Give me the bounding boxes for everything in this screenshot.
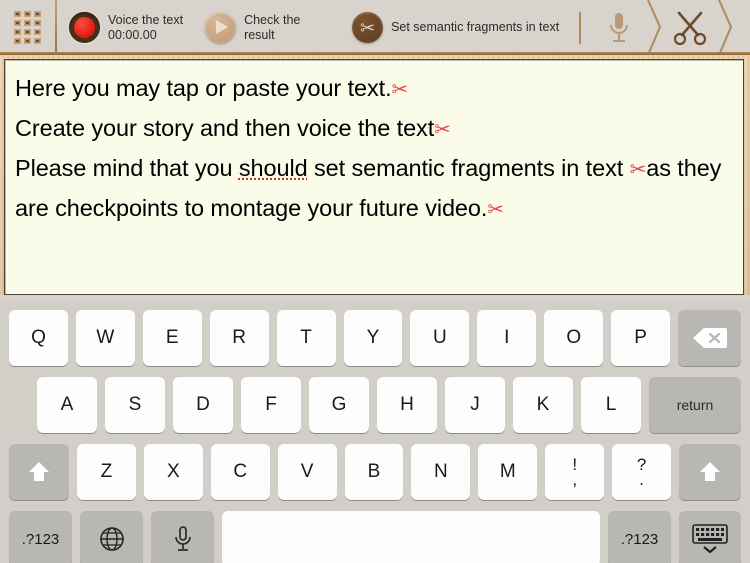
line-2-text: Create your story and then voice the tex…	[15, 115, 435, 141]
app-root: Voice the text 00:00.00 Check the result…	[0, 0, 750, 563]
backspace-key[interactable]	[678, 310, 742, 366]
key-e[interactable]: E	[142, 310, 202, 366]
keyboard-row-1: Q W E R T Y U I O P	[0, 307, 750, 369]
hide-keyboard-key[interactable]	[679, 511, 741, 563]
play-icon	[205, 12, 237, 43]
shift-icon	[700, 462, 721, 481]
step-chevron-1	[646, 0, 662, 55]
punct-bottom-1: ,	[572, 470, 578, 489]
key-q[interactable]: Q	[9, 310, 68, 366]
key-b[interactable]: B	[344, 444, 404, 500]
keyboard-row-2: A S D F G H J K L return	[0, 374, 750, 436]
globe-key[interactable]	[80, 511, 143, 563]
key-j[interactable]: J	[445, 377, 505, 433]
editor-content: Here you may tap or paste your text.✂ Cr…	[15, 69, 731, 229]
key-exclam-comma[interactable]: ! ,	[545, 444, 605, 500]
workflow-step-montage[interactable]	[733, 0, 750, 55]
fragment-mark-2: ✂	[434, 119, 451, 141]
key-question-period[interactable]: ? .	[612, 444, 672, 500]
key-n[interactable]: N	[411, 444, 471, 500]
text-editor[interactable]: Here you may tap or paste your text.✂ Cr…	[4, 59, 744, 295]
key-p[interactable]: P	[611, 310, 671, 366]
punct-bottom-2: .	[639, 470, 644, 489]
shift-key-left[interactable]	[9, 444, 69, 500]
check-the-result-label: Check the result	[244, 12, 301, 42]
check-the-result-button[interactable]: Check the result	[193, 0, 340, 55]
voice-the-text-label: Voice the text	[108, 12, 184, 27]
key-r[interactable]: R	[209, 310, 269, 366]
step-chevron-2	[717, 0, 733, 55]
punct-stack-1: ! ,	[572, 456, 578, 489]
key-a[interactable]: A	[37, 377, 97, 433]
key-u[interactable]: U	[410, 310, 470, 366]
numbers-key-left[interactable]: .?123	[9, 511, 72, 563]
workflow-step-voice[interactable]	[591, 0, 646, 55]
steps-divider	[579, 11, 582, 44]
key-c[interactable]: C	[210, 444, 270, 500]
key-t[interactable]: T	[276, 310, 336, 366]
editor-wrapper: Here you may tap or paste your text.✂ Cr…	[0, 55, 750, 295]
on-screen-keyboard: Q W E R T Y U I O P A S D F G H J K L re…	[0, 300, 750, 563]
workflow-step-fragments[interactable]	[662, 0, 717, 55]
fragment-mark-4: ✂	[487, 199, 504, 221]
line-1-text: Here you may tap or paste your text.	[15, 75, 392, 101]
hide-keyboard-icon	[692, 524, 728, 554]
misspelled-word: should	[238, 155, 308, 181]
line-3-text-a: Please mind that you	[15, 155, 239, 181]
key-l[interactable]: L	[581, 377, 641, 433]
key-z[interactable]: Z	[77, 444, 136, 500]
fragments-labels: Set semantic fragments in text	[391, 20, 559, 35]
record-timer: 00:00.00	[108, 27, 157, 42]
key-i[interactable]: I	[477, 310, 537, 366]
top-toolbar: Voice the text 00:00.00 Check the result…	[0, 0, 750, 55]
key-x[interactable]: X	[143, 444, 203, 500]
check-result-labels: Check the result	[244, 13, 330, 43]
numbers-key-right[interactable]: .?123	[608, 511, 671, 563]
shift-key-right[interactable]	[679, 444, 742, 500]
record-icon	[69, 12, 100, 43]
key-g[interactable]: G	[309, 377, 369, 433]
key-o[interactable]: O	[544, 310, 604, 366]
set-semantic-fragments-button[interactable]: ✂ Set semantic fragments in text	[340, 0, 569, 55]
backspace-icon	[692, 328, 727, 348]
microphone-icon	[609, 12, 628, 42]
key-m[interactable]: M	[478, 444, 538, 500]
grid-icon	[14, 11, 41, 44]
microphone-icon	[174, 526, 191, 551]
keyboard-row-4: .?123 .?123	[0, 508, 750, 563]
punct-stack-2: ? .	[637, 456, 646, 489]
key-f[interactable]: F	[241, 377, 301, 433]
dictation-key[interactable]	[151, 511, 214, 563]
workflow-steps	[569, 0, 750, 55]
scissors-icon	[673, 11, 706, 45]
key-k[interactable]: K	[513, 377, 573, 433]
shift-icon	[29, 462, 49, 481]
key-v[interactable]: V	[277, 444, 337, 500]
key-h[interactable]: H	[377, 377, 437, 433]
key-w[interactable]: W	[75, 310, 135, 366]
return-key[interactable]: return	[649, 377, 741, 433]
key-s[interactable]: S	[105, 377, 165, 433]
scissors-icon: ✂	[352, 12, 384, 43]
fragment-mark-1: ✂	[391, 79, 409, 101]
grid-menu-button[interactable]	[0, 0, 55, 55]
voice-the-text-button[interactable]: Voice the text 00:00.00	[57, 0, 193, 55]
globe-icon	[99, 527, 124, 551]
space-key[interactable]	[222, 511, 600, 563]
voice-the-text-labels: Voice the text 00:00.00	[108, 13, 183, 43]
fragment-mark-3: ✂	[629, 159, 647, 181]
keyboard-row-3: Z X C V B N M ! , ? .	[0, 441, 750, 503]
set-semantic-fragments-label: Set semantic fragments in text	[391, 20, 560, 34]
key-d[interactable]: D	[173, 377, 233, 433]
line-3-text-b: set semantic fragments in text	[307, 155, 630, 181]
key-y[interactable]: Y	[343, 310, 403, 366]
